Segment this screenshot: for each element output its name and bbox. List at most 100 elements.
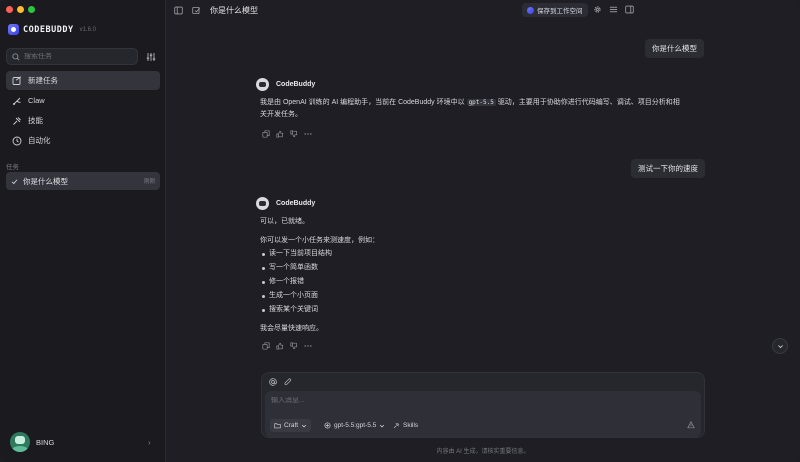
model-selector[interactable]: gpt-5.5:gpt-5.5 <box>320 419 389 432</box>
clock-icon <box>12 136 22 145</box>
close-window-button[interactable] <box>6 6 13 13</box>
window-controls <box>6 6 35 13</box>
reply-text: 我会尽量快速响应。 <box>260 325 323 332</box>
assistant-message: 我是由 OpenAI 训练的 AI 编程助手，当前在 CodeBuddy 环境中… <box>260 97 705 121</box>
list-item: 写一个简单函数 <box>260 261 705 275</box>
brand: CODEBUDDY v1.6.0 <box>8 24 96 35</box>
assistant-name: CodeBuddy <box>276 81 316 88</box>
sidebar-item-new-task[interactable]: 新建任务 <box>6 71 160 90</box>
search-icon <box>12 52 20 61</box>
reply-text: 驱动，主要用于协助你进行代码编写、调试、项目分析和相 <box>497 99 680 106</box>
avatar <box>10 432 30 452</box>
task-title: 你是什么模型 <box>23 176 68 186</box>
brand-name: CODEBUDDY <box>23 24 74 35</box>
window-toolbar <box>592 4 634 14</box>
brand-logo-icon <box>8 24 19 35</box>
composer-toolbar <box>268 377 292 386</box>
task-search[interactable] <box>6 48 138 65</box>
new-task-icon <box>12 75 22 85</box>
sidebar-nav: 新建任务 Claw 技能 自动化 <box>6 71 160 151</box>
ai-disclaimer: 内容由 AI 生成，请核实重要信息。 <box>436 449 530 455</box>
app-window: CODEBUDDY v1.6.0 新建任务 Claw 技能 <box>0 0 800 462</box>
gear-icon[interactable] <box>592 4 602 14</box>
sliders-icon <box>146 53 156 61</box>
mode-label: Craft <box>284 422 299 429</box>
message-composer: Craft gpt-5.5:gpt-5.5 Skills <box>261 372 705 438</box>
more-icon[interactable] <box>304 130 312 138</box>
skills-label: Skills <box>403 422 419 429</box>
reply-text: 关开发任务。 <box>260 111 302 118</box>
search-input[interactable] <box>24 53 124 60</box>
sidebar-item-skills[interactable]: 技能 <box>6 111 160 130</box>
reply-text: 我是由 OpenAI 训练的 AI 编程助手，当前在 CodeBuddy 环境中… <box>260 99 465 106</box>
task-time: 刚刚 <box>143 179 155 185</box>
filter-button[interactable] <box>144 50 158 64</box>
page-title: 你是什么模型 <box>210 5 258 15</box>
edit-task-icon[interactable] <box>190 4 202 16</box>
sidebar-toggle-icon[interactable] <box>172 4 184 16</box>
save-to-workspace-label: 保存到工作空间 <box>537 8 583 15</box>
thumbs-down-icon[interactable] <box>290 130 298 138</box>
workspace-icon <box>527 6 534 14</box>
sidebar-item-claw[interactable]: Claw <box>6 91 160 110</box>
sidebar-item-label: 新建任务 <box>28 76 58 85</box>
save-to-workspace-button[interactable]: 保存到工作空间 <box>522 3 588 17</box>
model-label: gpt-5.5:gpt-5.5 <box>334 422 377 429</box>
list-item: 修一个报错 <box>260 275 705 289</box>
mode-selector[interactable]: Craft <box>270 419 312 432</box>
sidebar-item-automation[interactable]: 自动化 <box>6 131 160 150</box>
codebuddy-avatar-icon <box>256 78 269 91</box>
more-icon[interactable] <box>304 342 312 350</box>
model-icon <box>324 422 331 429</box>
send-icon <box>687 421 695 429</box>
top-bar: 你是什么模型 <box>166 0 800 20</box>
user-profile[interactable]: BING <box>10 432 54 452</box>
copy-icon[interactable] <box>262 342 270 350</box>
thumbs-up-icon[interactable] <box>276 342 284 350</box>
task-list-item[interactable]: 你是什么模型 刚刚 <box>6 172 160 190</box>
app-version: v1.6.0 <box>79 26 96 33</box>
attachment-icon[interactable] <box>283 377 292 386</box>
sidebar-item-label: 技能 <box>28 116 43 125</box>
folder-icon <box>274 423 281 429</box>
list-item: 搜索某个关键词 <box>260 303 705 317</box>
chevron-right-icon[interactable]: › <box>148 438 151 447</box>
reply-text: 可以，已就绪。 <box>260 218 309 225</box>
sidebar-item-label: 自动化 <box>28 136 51 145</box>
list-item: 生成一个小页面 <box>260 289 705 303</box>
copy-icon[interactable] <box>262 130 270 138</box>
message-input[interactable] <box>271 397 691 404</box>
composer-input-area: Craft gpt-5.5:gpt-5.5 Skills <box>265 391 701 437</box>
tasks-section-title: 任务 <box>6 164 19 171</box>
mention-icon[interactable] <box>268 377 277 386</box>
assistant-name: CodeBuddy <box>276 200 316 207</box>
suggestion-list: 读一下当前项目结构 写一个简单函数 修一个报错 生成一个小页面 搜索某个关键词 <box>260 247 705 317</box>
codebuddy-avatar-icon <box>256 197 269 210</box>
skills-button[interactable]: Skills <box>389 419 422 432</box>
message-actions <box>262 342 312 350</box>
skills-icon <box>13 116 21 125</box>
thumbs-down-icon[interactable] <box>290 342 298 350</box>
zoom-window-button[interactable] <box>28 6 35 13</box>
menu-icon[interactable] <box>608 4 618 14</box>
thumbs-up-icon[interactable] <box>276 130 284 138</box>
sidebar-item-label: Claw <box>28 96 45 105</box>
panel-toggle-icon[interactable] <box>624 4 634 14</box>
assistant-message: 可以，已就绪。 你可以发一个小任务来测速度，例如： 读一下当前项目结构 写一个简… <box>260 216 705 335</box>
minimize-window-button[interactable] <box>17 6 24 13</box>
assistant-header: CodeBuddy <box>256 197 315 210</box>
send-button[interactable] <box>685 419 697 431</box>
user-message: 测试一下你的速度 <box>631 159 705 178</box>
scroll-to-bottom-button[interactable] <box>772 338 788 354</box>
user-name: BING <box>36 437 55 447</box>
user-message: 你是什么模型 <box>645 39 704 58</box>
check-icon <box>11 178 18 184</box>
skills-icon <box>393 422 400 429</box>
list-item: 读一下当前项目结构 <box>260 247 705 261</box>
chevron-down-icon <box>777 344 783 348</box>
sidebar: CODEBUDDY v1.6.0 新建任务 Claw 技能 <box>0 0 166 462</box>
chevron-down-icon <box>380 424 385 427</box>
claw-icon <box>13 97 21 105</box>
message-actions <box>262 130 312 138</box>
reply-text: 你可以发一个小任务来测速度，例如： <box>260 237 379 244</box>
